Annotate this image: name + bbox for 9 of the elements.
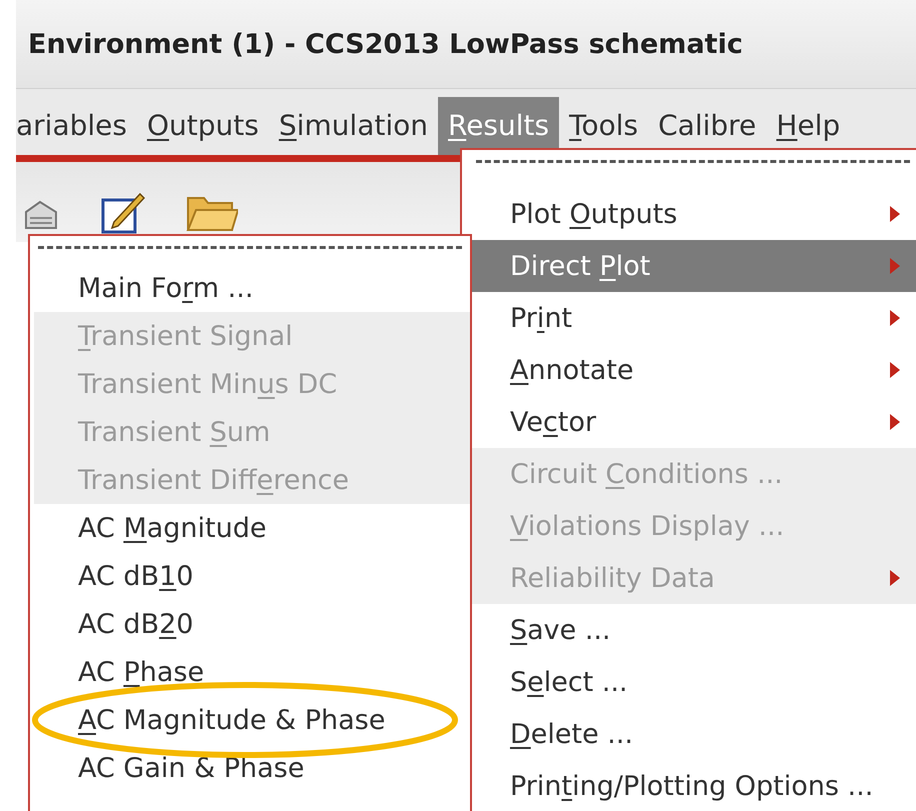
menu-title[interactable]: Simulation	[268, 97, 438, 155]
menu-item[interactable]: Direct Plot	[472, 240, 916, 292]
menu-title[interactable]: Outputs	[136, 97, 269, 155]
menu-title[interactable]: ariables	[16, 97, 137, 155]
menu-title[interactable]: Calibre	[648, 97, 766, 155]
window-title: Environment (1) - CCS2013 LowPass schematic	[28, 28, 743, 60]
menu-title[interactable]: Help	[766, 97, 850, 155]
menu-title[interactable]: Tools	[559, 97, 648, 155]
menu-title[interactable]: Results	[438, 97, 560, 155]
